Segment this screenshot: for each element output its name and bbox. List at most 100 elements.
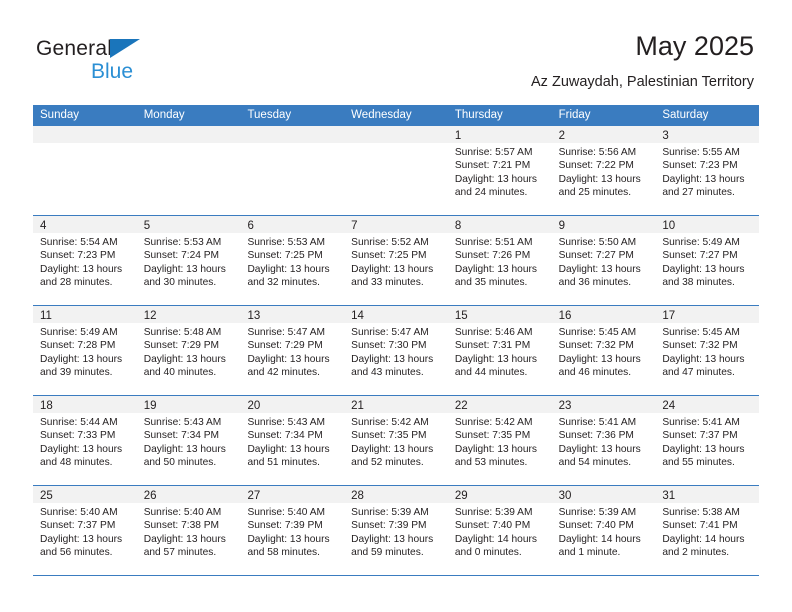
calendar-cell-day-19[interactable]: 19 Sunrise: 5:43 AM Sunset: 7:34 PM Dayligh… — [136, 396, 241, 485]
day-number-band: 10 — [655, 216, 760, 233]
calendar-cell-day-23[interactable]: 23 Sunrise: 5:41 AM Sunset: 7:36 PM Dayligh… — [551, 396, 656, 485]
sunrise-text: Sunrise: 5:53 AM — [247, 237, 326, 248]
calendar-cell-day-4[interactable]: 4 Sunrise: 5:54 AM Sunset: 7:23 PM Daylight… — [33, 216, 137, 305]
day-number: 31 — [662, 490, 676, 502]
sunrise-text: Sunrise: 5:55 AM — [662, 147, 740, 158]
day-number-band: 28 — [344, 486, 448, 503]
sunrise-text: Sunrise: 5:39 AM — [558, 507, 637, 518]
sunrise-text: Sunrise: 5:42 AM — [454, 417, 533, 428]
day-number: 1 — [454, 130, 462, 142]
day-number: 16 — [558, 310, 572, 322]
daylight-text: Daylight: 13 hours — [662, 443, 745, 455]
calendar-cell-day-21[interactable]: 21 Sunrise: 5:42 AM Sunset: 7:35 PM Dayligh… — [344, 396, 448, 485]
weekday-header-friday: Friday — [558, 109, 591, 121]
daylight-text-cont: and 43 minutes. — [351, 366, 424, 378]
calendar-cell-day-9[interactable]: 9 Sunrise: 5:50 AM Sunset: 7:27 PM Daylight… — [551, 216, 656, 305]
daylight-text: Daylight: 13 hours — [558, 353, 641, 365]
daylight-text: Daylight: 13 hours — [454, 173, 537, 185]
daylight-text-cont: and 58 minutes. — [247, 546, 320, 558]
calendar-cell-day-25[interactable]: 25 Sunrise: 5:40 AM Sunset: 7:37 PM Dayligh… — [33, 486, 137, 575]
calendar-cell-day-27[interactable]: 27 Sunrise: 5:40 AM Sunset: 7:39 PM Dayligh… — [240, 486, 345, 575]
daylight-text-cont: and 46 minutes. — [558, 366, 632, 378]
general-blue-logo[interactable]: General Blue — [36, 36, 236, 88]
sunrise-text: Sunrise: 5:42 AM — [351, 417, 429, 428]
daylight-text: Daylight: 13 hours — [351, 533, 434, 545]
day-details: Sunrise: 5:49 AM Sunset: 7:27 PM Daylight:… — [655, 233, 759, 289]
calendar-cell-day-5[interactable]: 5 Sunrise: 5:53 AM Sunset: 7:24 PM Daylight… — [136, 216, 241, 305]
daylight-text-cont: and 24 minutes. — [454, 186, 528, 198]
page-subtitle: Az Zuwaydah, Palestinian Territory — [531, 74, 754, 90]
daylight-text-cont: and 55 minutes. — [662, 456, 735, 468]
logo-triangle-icon — [110, 39, 140, 58]
calendar-cell-day-6[interactable]: 6 Sunrise: 5:53 AM Sunset: 7:25 PM Daylight… — [240, 216, 345, 305]
sunset-text: Sunset: 7:24 PM — [143, 250, 220, 262]
calendar-cell-day-10[interactable]: 10 Sunrise: 5:49 AM Sunset: 7:27 PM Dayligh… — [655, 216, 760, 305]
daylight-text-cont: and 28 minutes. — [40, 276, 113, 288]
sunrise-text: Sunrise: 5:57 AM — [454, 147, 533, 158]
day-details: Sunrise: 5:49 AM Sunset: 7:28 PM Daylight:… — [33, 323, 137, 379]
calendar-cell-day-1[interactable]: 1 Sunrise: 5:57 AM Sunset: 7:21 PM Daylight… — [447, 126, 552, 215]
day-details: Sunrise: 5:39 AM Sunset: 7:40 PM Daylight:… — [552, 503, 656, 559]
day-number: 14 — [351, 310, 364, 322]
daylight-text-cont: and 39 minutes. — [40, 366, 113, 378]
sunset-text: Sunset: 7:40 PM — [454, 520, 531, 532]
calendar-cell-day-8[interactable]: 8 Sunrise: 5:51 AM Sunset: 7:26 PM Daylight… — [447, 216, 552, 305]
sunset-text: Sunset: 7:28 PM — [40, 340, 116, 352]
daylight-text-cont: and 50 minutes. — [143, 456, 217, 468]
calendar-cell-day-2[interactable]: 2 Sunrise: 5:56 AM Sunset: 7:22 PM Daylight… — [551, 126, 656, 215]
day-number-band: 19 — [136, 396, 241, 413]
day-details: Sunrise: 5:53 AM Sunset: 7:24 PM Daylight:… — [137, 233, 241, 289]
calendar-cell-day-18[interactable]: 18 Sunrise: 5:44 AM Sunset: 7:33 PM Dayligh… — [33, 396, 137, 485]
page-title: May 2025 — [635, 31, 754, 61]
calendar-cell-day-3[interactable]: 3 Sunrise: 5:55 AM Sunset: 7:23 PM Daylight… — [655, 126, 760, 215]
calendar-cell-day-20[interactable]: 20 Sunrise: 5:43 AM Sunset: 7:34 PM Dayligh… — [240, 396, 345, 485]
day-number-band: 1 — [447, 126, 552, 143]
calendar-cell-day-31[interactable]: 31 Sunrise: 5:38 AM Sunset: 7:41 PM Dayligh… — [655, 486, 760, 575]
calendar-cell-day-14[interactable]: 14 Sunrise: 5:47 AM Sunset: 7:30 PM Dayligh… — [344, 306, 448, 395]
day-details: Sunrise: 5:57 AM Sunset: 7:21 PM Daylight:… — [448, 143, 552, 199]
sunset-text: Sunset: 7:35 PM — [454, 430, 531, 442]
day-details: Sunrise: 5:41 AM Sunset: 7:37 PM Daylight:… — [655, 413, 759, 469]
calendar-weeks: 1 Sunrise: 5:57 AM Sunset: 7:21 PM Daylight… — [33, 126, 760, 576]
calendar-cell-day-12[interactable]: 12 Sunrise: 5:48 AM Sunset: 7:29 PM Dayligh… — [136, 306, 241, 395]
daylight-text-cont: and 33 minutes. — [351, 276, 424, 288]
day-number: 30 — [558, 490, 572, 502]
calendar-cell-day-16[interactable]: 16 Sunrise: 5:45 AM Sunset: 7:32 PM Dayligh… — [551, 306, 656, 395]
day-number: 4 — [40, 220, 47, 232]
day-details: Sunrise: 5:47 AM Sunset: 7:30 PM Daylight:… — [344, 323, 448, 379]
calendar-cell-day-30[interactable]: 30 Sunrise: 5:39 AM Sunset: 7:40 PM Dayligh… — [551, 486, 656, 575]
calendar-cell-day-11[interactable]: 11 Sunrise: 5:49 AM Sunset: 7:28 PM Dayligh… — [33, 306, 137, 395]
daylight-text-cont: and 40 minutes. — [143, 366, 217, 378]
calendar-cell-day-26[interactable]: 26 Sunrise: 5:40 AM Sunset: 7:38 PM Dayligh… — [136, 486, 241, 575]
day-details: Sunrise: 5:43 AM Sunset: 7:34 PM Daylight:… — [240, 413, 344, 469]
day-number-band: 5 — [136, 216, 241, 233]
daylight-text-cont: and 44 minutes. — [454, 366, 528, 378]
sunrise-text: Sunrise: 5:44 AM — [40, 417, 118, 428]
calendar-cell-day-13[interactable]: 13 Sunrise: 5:47 AM Sunset: 7:29 PM Dayligh… — [240, 306, 345, 395]
logo-general-text: General — [36, 37, 113, 60]
calendar-cell-day-7[interactable]: 7 Sunrise: 5:52 AM Sunset: 7:25 PM Daylight… — [344, 216, 448, 305]
day-details: Sunrise: 5:40 AM Sunset: 7:37 PM Daylight:… — [33, 503, 137, 559]
calendar-cell-day-29[interactable]: 29 Sunrise: 5:39 AM Sunset: 7:40 PM Dayligh… — [447, 486, 552, 575]
calendar-cell-empty — [240, 126, 345, 215]
day-number-band: 4 — [33, 216, 137, 233]
calendar-cell-day-24[interactable]: 24 Sunrise: 5:41 AM Sunset: 7:37 PM Dayligh… — [655, 396, 760, 485]
calendar-week-row: 18 Sunrise: 5:44 AM Sunset: 7:33 PM Dayligh… — [33, 396, 760, 486]
day-number-band: 3 — [655, 126, 760, 143]
sunrise-text: Sunrise: 5:49 AM — [40, 327, 118, 338]
day-number-band: 23 — [551, 396, 656, 413]
calendar-cell-day-28[interactable]: 28 Sunrise: 5:39 AM Sunset: 7:39 PM Dayligh… — [344, 486, 448, 575]
sunrise-text: Sunrise: 5:47 AM — [247, 327, 326, 338]
sunset-text: Sunset: 7:40 PM — [558, 520, 634, 532]
calendar-cell-day-22[interactable]: 22 Sunrise: 5:42 AM Sunset: 7:35 PM Dayligh… — [447, 396, 552, 485]
day-details: Sunrise: 5:44 AM Sunset: 7:33 PM Daylight:… — [33, 413, 137, 469]
calendar-cell-day-17[interactable]: 17 Sunrise: 5:45 AM Sunset: 7:32 PM Dayligh… — [655, 306, 760, 395]
daylight-text: Daylight: 13 hours — [247, 353, 330, 365]
day-details: Sunrise: 5:42 AM Sunset: 7:35 PM Daylight:… — [344, 413, 448, 469]
day-number: 25 — [40, 490, 53, 502]
calendar-cell-day-15[interactable]: 15 Sunrise: 5:46 AM Sunset: 7:31 PM Dayligh… — [447, 306, 552, 395]
daylight-text-cont: and 59 minutes. — [351, 546, 424, 558]
daylight-text: Daylight: 13 hours — [351, 443, 434, 455]
daylight-text: Daylight: 13 hours — [247, 263, 330, 275]
sunset-text: Sunset: 7:37 PM — [662, 430, 738, 442]
